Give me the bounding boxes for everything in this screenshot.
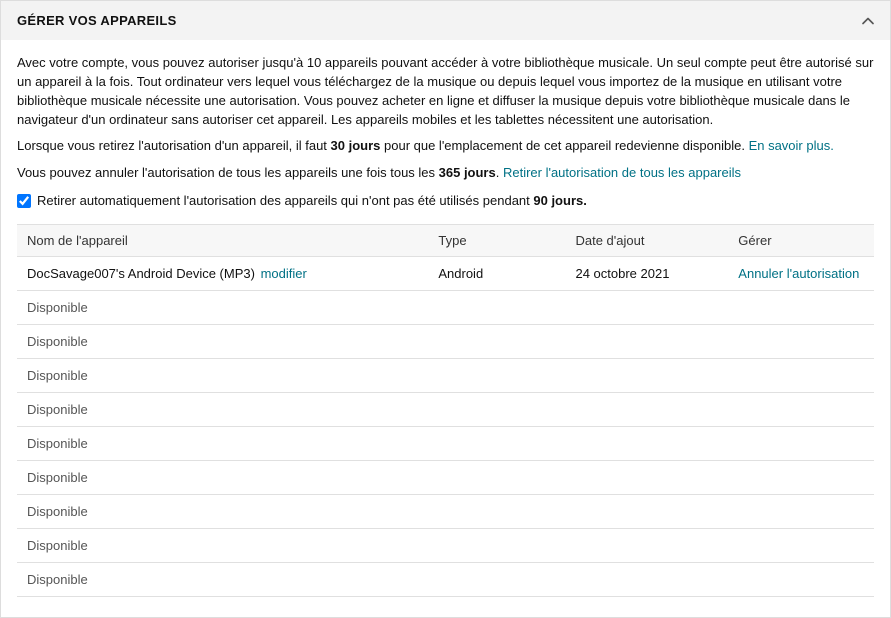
modify-device-link[interactable]: modifier bbox=[261, 266, 307, 281]
available-row: Disponible bbox=[17, 529, 874, 563]
table-header-row: Nom de l'appareil Type Date d'ajout Gére… bbox=[17, 225, 874, 257]
manage-devices-panel: GÉRER VOS APPAREILS Avec votre compte, v… bbox=[0, 0, 891, 618]
available-slot: Disponible bbox=[17, 393, 874, 427]
available-slot: Disponible bbox=[17, 325, 874, 359]
device-date-cell: 24 octobre 2021 bbox=[565, 257, 728, 291]
header-date: Date d'ajout bbox=[565, 225, 728, 257]
intro-text: Avec votre compte, vous pouvez autoriser… bbox=[17, 54, 874, 183]
device-type-cell: Android bbox=[428, 257, 565, 291]
intro-paragraph-1: Avec votre compte, vous pouvez autoriser… bbox=[17, 54, 874, 129]
deauthorize-device-link[interactable]: Annuler l'autorisation bbox=[738, 266, 859, 281]
available-slot: Disponible bbox=[17, 359, 874, 393]
panel-title: GÉRER VOS APPAREILS bbox=[17, 13, 177, 28]
available-slot: Disponible bbox=[17, 529, 874, 563]
available-row: Disponible bbox=[17, 393, 874, 427]
header-manage: Gérer bbox=[728, 225, 874, 257]
available-slot: Disponible bbox=[17, 461, 874, 495]
device-manage-cell: Annuler l'autorisation bbox=[728, 257, 874, 291]
panel-header[interactable]: GÉRER VOS APPAREILS bbox=[1, 1, 890, 40]
intro-paragraph-3: Vous pouvez annuler l'autorisation de to… bbox=[17, 164, 874, 183]
learn-more-link[interactable]: En savoir plus. bbox=[749, 138, 834, 153]
available-row: Disponible bbox=[17, 495, 874, 529]
available-slot: Disponible bbox=[17, 563, 874, 597]
chevron-up-icon bbox=[862, 15, 874, 27]
available-slot: Disponible bbox=[17, 427, 874, 461]
available-row: Disponible bbox=[17, 291, 874, 325]
header-name: Nom de l'appareil bbox=[17, 225, 428, 257]
device-name-cell: DocSavage007's Android Device (MP3) modi… bbox=[17, 257, 428, 291]
available-row: Disponible bbox=[17, 359, 874, 393]
available-row: Disponible bbox=[17, 461, 874, 495]
device-name: DocSavage007's Android Device (MP3) bbox=[27, 266, 255, 281]
auto-remove-checkbox[interactable] bbox=[17, 194, 31, 208]
devices-table: Nom de l'appareil Type Date d'ajout Gére… bbox=[17, 224, 874, 597]
available-row: Disponible bbox=[17, 325, 874, 359]
panel-body: Avec votre compte, vous pouvez autoriser… bbox=[1, 40, 890, 617]
auto-remove-label: Retirer automatiquement l'autorisation d… bbox=[37, 193, 587, 208]
intro-paragraph-2: Lorsque vous retirez l'autorisation d'un… bbox=[17, 137, 874, 156]
available-slot: Disponible bbox=[17, 495, 874, 529]
available-row: Disponible bbox=[17, 563, 874, 597]
deauthorize-all-link[interactable]: Retirer l'autorisation de tous les appar… bbox=[503, 165, 741, 180]
auto-remove-row: Retirer automatiquement l'autorisation d… bbox=[17, 193, 874, 208]
header-type: Type bbox=[428, 225, 565, 257]
available-row: Disponible bbox=[17, 427, 874, 461]
device-row: DocSavage007's Android Device (MP3) modi… bbox=[17, 257, 874, 291]
available-slot: Disponible bbox=[17, 291, 874, 325]
